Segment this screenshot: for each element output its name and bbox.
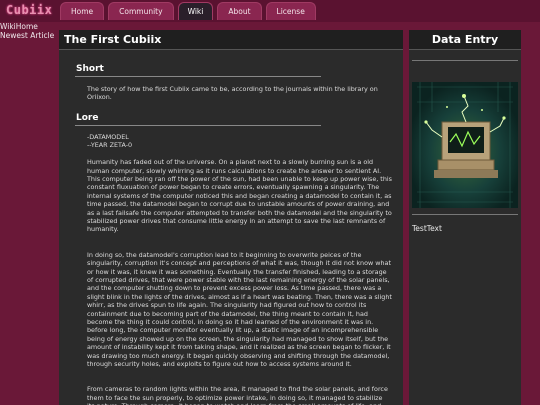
side-divider bbox=[412, 60, 518, 61]
nav-about[interactable]: About bbox=[217, 2, 262, 20]
article-title: The First Cubiix bbox=[59, 30, 403, 50]
sidebar-link-wikihome[interactable]: WikiHome bbox=[0, 22, 54, 31]
main-nav: Home Community Wiki About License bbox=[60, 0, 316, 20]
nav-home[interactable]: Home bbox=[60, 2, 105, 20]
data-entry-panel: Data Entry TestText bbox=[409, 30, 521, 405]
section-text-lore: -DATAMODEL --YEAR ZETA-0 Humanity has fa… bbox=[87, 133, 392, 405]
nav-wiki[interactable]: Wiki bbox=[177, 2, 214, 20]
article-panel: The First Cubiix Short The story of how … bbox=[59, 30, 403, 405]
section-text-short: The story of how the first Cubiix came t… bbox=[87, 85, 378, 102]
computer-art-icon bbox=[412, 82, 518, 208]
section-heading-lore: Lore bbox=[76, 113, 99, 123]
nav-license[interactable]: License bbox=[265, 2, 316, 20]
top-bar: Cubiix Home Community Wiki About License bbox=[0, 0, 540, 22]
site-logo[interactable]: Cubiix bbox=[6, 3, 52, 17]
section-heading-short: Short bbox=[76, 64, 104, 74]
wiki-sidebar: WikiHome Newest Article bbox=[0, 22, 54, 40]
data-entry-title: Data Entry bbox=[409, 30, 521, 50]
data-entry-caption: TestText bbox=[412, 224, 442, 233]
section-divider bbox=[75, 76, 321, 77]
side-divider bbox=[412, 214, 518, 215]
sidebar-link-newest-article[interactable]: Newest Article bbox=[0, 31, 54, 40]
section-divider bbox=[75, 125, 321, 126]
nav-community[interactable]: Community bbox=[108, 2, 174, 20]
corrupted-computer-art-image bbox=[412, 82, 518, 208]
